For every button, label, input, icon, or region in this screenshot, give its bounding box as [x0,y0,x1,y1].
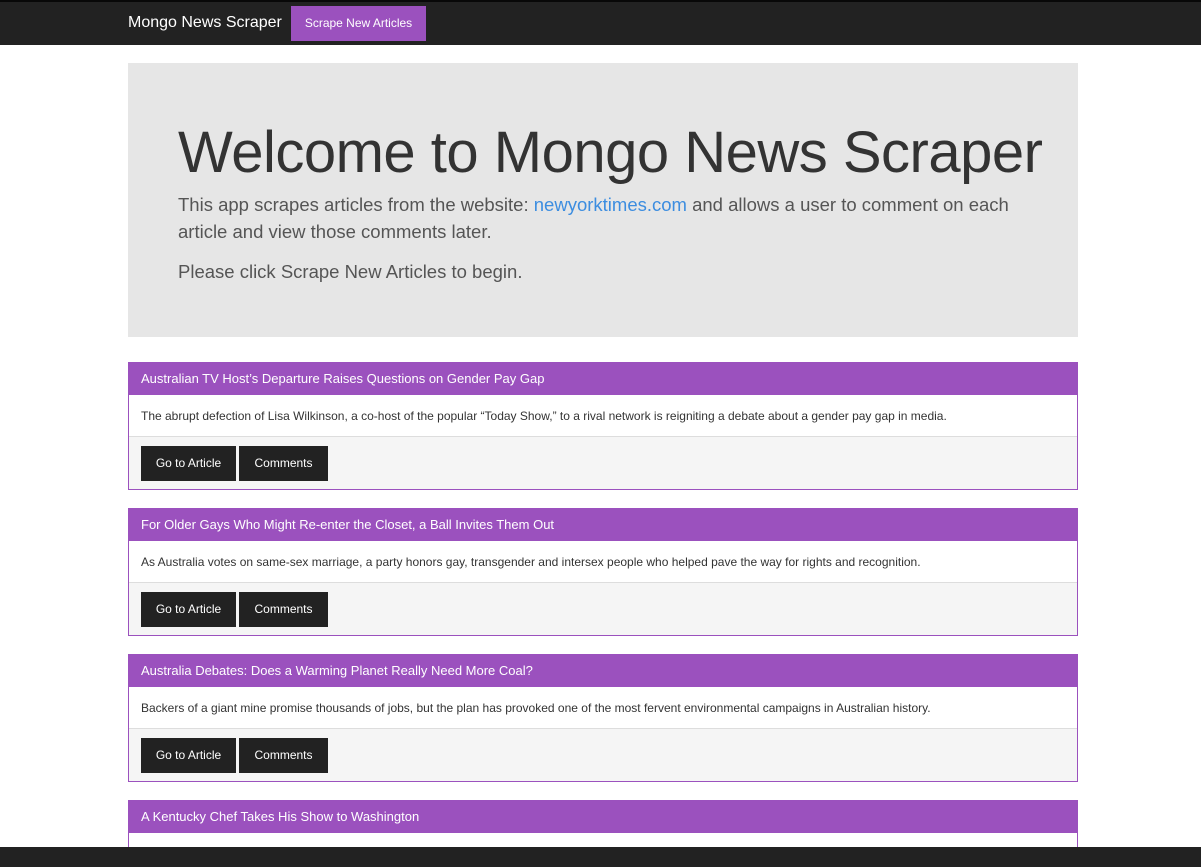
comments-button[interactable]: Comments [239,738,328,773]
article-actions: Go to Article Comments [129,729,1077,781]
navbar: Mongo News Scraper Scrape New Articles [0,0,1201,45]
go-to-article-button[interactable]: Go to Article [141,738,236,773]
intro-text-start: This app scrapes articles from the websi… [178,194,534,215]
go-to-article-button[interactable]: Go to Article [141,446,236,481]
brand-title[interactable]: Mongo News Scraper [128,13,282,33]
go-to-article-button[interactable]: Go to Article [141,592,236,627]
article-summary: The abrupt defection of Lisa Wilkinson, … [129,395,1077,437]
scrape-new-articles-button[interactable]: Scrape New Articles [291,6,426,41]
article-summary: Backers of a giant mine promise thousand… [129,687,1077,729]
article-card: For Older Gays Who Might Re-enter the Cl… [128,508,1078,636]
article-title: For Older Gays Who Might Re-enter the Cl… [129,509,1077,541]
footer-bar [0,847,1201,867]
comments-button[interactable]: Comments [239,446,328,481]
article-title: A Kentucky Chef Takes His Show to Washin… [129,801,1077,833]
instruction-text: Please click Scrape New Articles to begi… [178,261,523,282]
article-title: Australia Debates: Does a Warming Planet… [129,655,1077,687]
article-actions: Go to Article Comments [129,437,1077,489]
jumbotron: Welcome to Mongo News Scraper This app s… [128,63,1078,337]
article-card: A Kentucky Chef Takes His Show to Washin… [128,800,1078,847]
nyt-link[interactable]: newyorktimes.com [534,194,687,215]
article-card: Australian TV Host’s Departure Raises Qu… [128,362,1078,490]
article-card: Australia Debates: Does a Warming Planet… [128,654,1078,782]
comments-button[interactable]: Comments [239,592,328,627]
page-title: Welcome to Mongo News Scraper [178,120,1043,185]
intro-text: This app scrapes articles from the websi… [178,191,1028,245]
article-title: Australian TV Host’s Departure Raises Qu… [129,363,1077,395]
article-actions: Go to Article Comments [129,583,1077,635]
article-summary: As Australia votes on same-sex marriage,… [129,541,1077,583]
